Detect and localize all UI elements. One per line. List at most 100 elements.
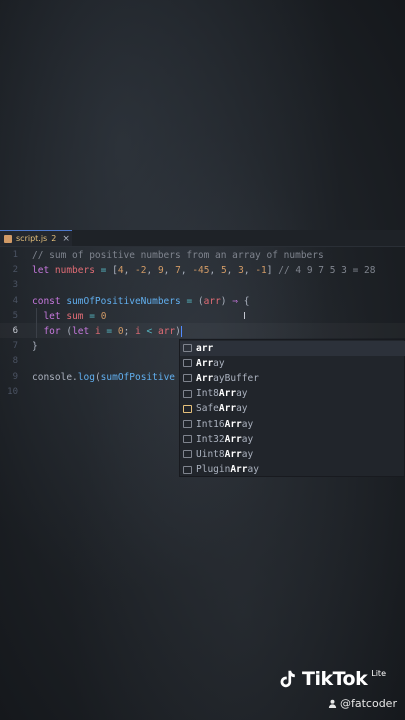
variable-symbol-icon [183,435,192,444]
code-token: let [43,310,67,322]
line-code: const sumOfPositiveNumbers = (arr) ⇒ { [32,294,249,309]
code-token: ) [220,295,233,307]
tiktok-lite-label: Lite [371,668,386,678]
code-token: = [100,326,118,337]
text-caret [180,326,182,337]
suggestion-item[interactable]: Int32Array [180,432,405,447]
line-number: 10 [7,386,18,397]
suggestion-prefix: Int8 [196,388,219,400]
suggestion-match: Arr [196,357,214,369]
suggestion-match: Arr [224,418,242,430]
code-token: < [140,326,158,337]
code-line[interactable]: 3 [0,278,405,293]
code-token: let [32,265,55,277]
line-number: 1 [12,250,18,260]
line-code: console.log(sumOfPositive [32,370,175,385]
tab-script-js[interactable]: script.js 2 × [0,230,72,246]
autocomplete-suggestion-list[interactable]: arr Array ArrayBuffer Int8Array SafeArray Int… [179,339,405,477]
code-token: , [146,265,158,277]
suggestion-label: PluginArray [196,464,259,475]
suggestion-item[interactable]: Array [180,356,405,371]
code-token: sum [66,310,84,322]
suggestion-label: Int16Array [196,419,253,430]
code-token: sumOfPositiveNumbers [66,295,181,307]
code-line[interactable]: 2 let numbers = [4, -2, 9, 7, -45, 5, 3, … [0,263,405,278]
code-token: console. [32,371,78,383]
line-code: // sum of positive numbers from an array… [32,248,324,263]
suggestion-item[interactable]: Int16Array [180,417,405,432]
code-line[interactable]: 5 let sum = 0 [0,309,405,324]
variable-symbol-icon [183,420,192,429]
suggestion-prefix: Uint8 [196,448,225,460]
suggestion-item[interactable]: Uint8Array [180,447,405,462]
editor-tab-bar: script.js 2 × [0,230,405,247]
line-number: 7 [12,341,18,352]
code-token: // 4 9 7 5 3 = 28 [278,265,376,277]
user-icon [328,699,337,708]
code-token: , [163,265,176,277]
tiktok-brand-text: TikTok [302,668,368,690]
suggestion-item[interactable]: Int8Array [180,386,405,401]
variable-symbol-icon [183,450,192,459]
code-token: arr [157,326,176,337]
suggestion-rest: ay [241,448,254,460]
code-token: // sum of positive numbers from an array… [32,250,324,261]
code-line[interactable]: 1 // sum of positive numbers from an arra… [0,248,405,263]
suggestion-rest: ay [236,403,248,415]
code-token: const [32,295,67,307]
creator-handle: @fatcoder [328,697,397,710]
suggestion-label: ArrayBuffer [196,373,259,384]
variable-symbol-icon [183,344,192,353]
code-token: , [180,265,193,277]
line-number: 9 [12,371,18,382]
code-token: -1 [255,265,267,277]
suggestion-label: SafeArray [196,403,248,414]
line-number: 5 [12,310,18,321]
code-line[interactable]: 4 const sumOfPositiveNumbers = (arr) ⇒ { [0,294,405,309]
suggestion-match: Arr [224,433,242,445]
suggestion-rest: ay [241,418,254,430]
code-token: -45 [192,265,210,277]
suggestion-label: Int8Array [196,388,248,399]
code-token: ; [123,326,136,337]
suggestion-rest: ay [236,388,248,400]
code-token: { [237,295,250,307]
line-number: 6 [12,326,18,336]
suggestion-match: arr [196,342,214,354]
close-icon[interactable]: × [62,234,70,244]
line-number: 4 [12,295,18,306]
code-token: = [83,310,101,322]
suggestion-item[interactable]: ArrayBuffer [180,371,405,386]
suggestion-item[interactable]: SafeArray [180,401,405,416]
suggestion-item[interactable]: PluginArray [180,462,405,477]
suggestion-label: arr [196,343,213,354]
tab-filename: script.js [16,234,48,243]
variable-symbol-icon [183,465,192,474]
js-file-icon [4,234,12,243]
code-token: = [180,295,198,307]
code-token: ] [266,265,279,277]
code-token: arr [203,295,221,307]
line-code: } [32,339,38,354]
code-token: = [94,265,113,277]
suggestion-rest: ay [213,357,225,369]
class-symbol-icon [183,404,192,413]
suggestion-item[interactable]: arr [180,340,405,356]
suggestion-match: Arr [218,388,237,400]
suggestion-prefix: Plugin [196,464,231,476]
variable-symbol-icon [183,359,192,368]
suggestion-label: Array [196,358,225,369]
code-token: log [77,371,95,383]
code-token: } [32,341,38,353]
variable-symbol-icon [183,374,192,383]
code-token: 0 [100,310,107,322]
text-cursor-ibeam-icon: I [243,311,246,322]
line-code: for (let i = 0; i < arr) [32,324,182,339]
code-line[interactable]: 6 for (let i = 0; i < arr) [0,324,405,339]
suggestion-match: Arr [218,403,237,415]
code-token: -2 [135,265,147,277]
suggestion-prefix: Safe [196,403,219,415]
code-token: numbers [54,265,95,277]
variable-symbol-icon [183,389,192,398]
